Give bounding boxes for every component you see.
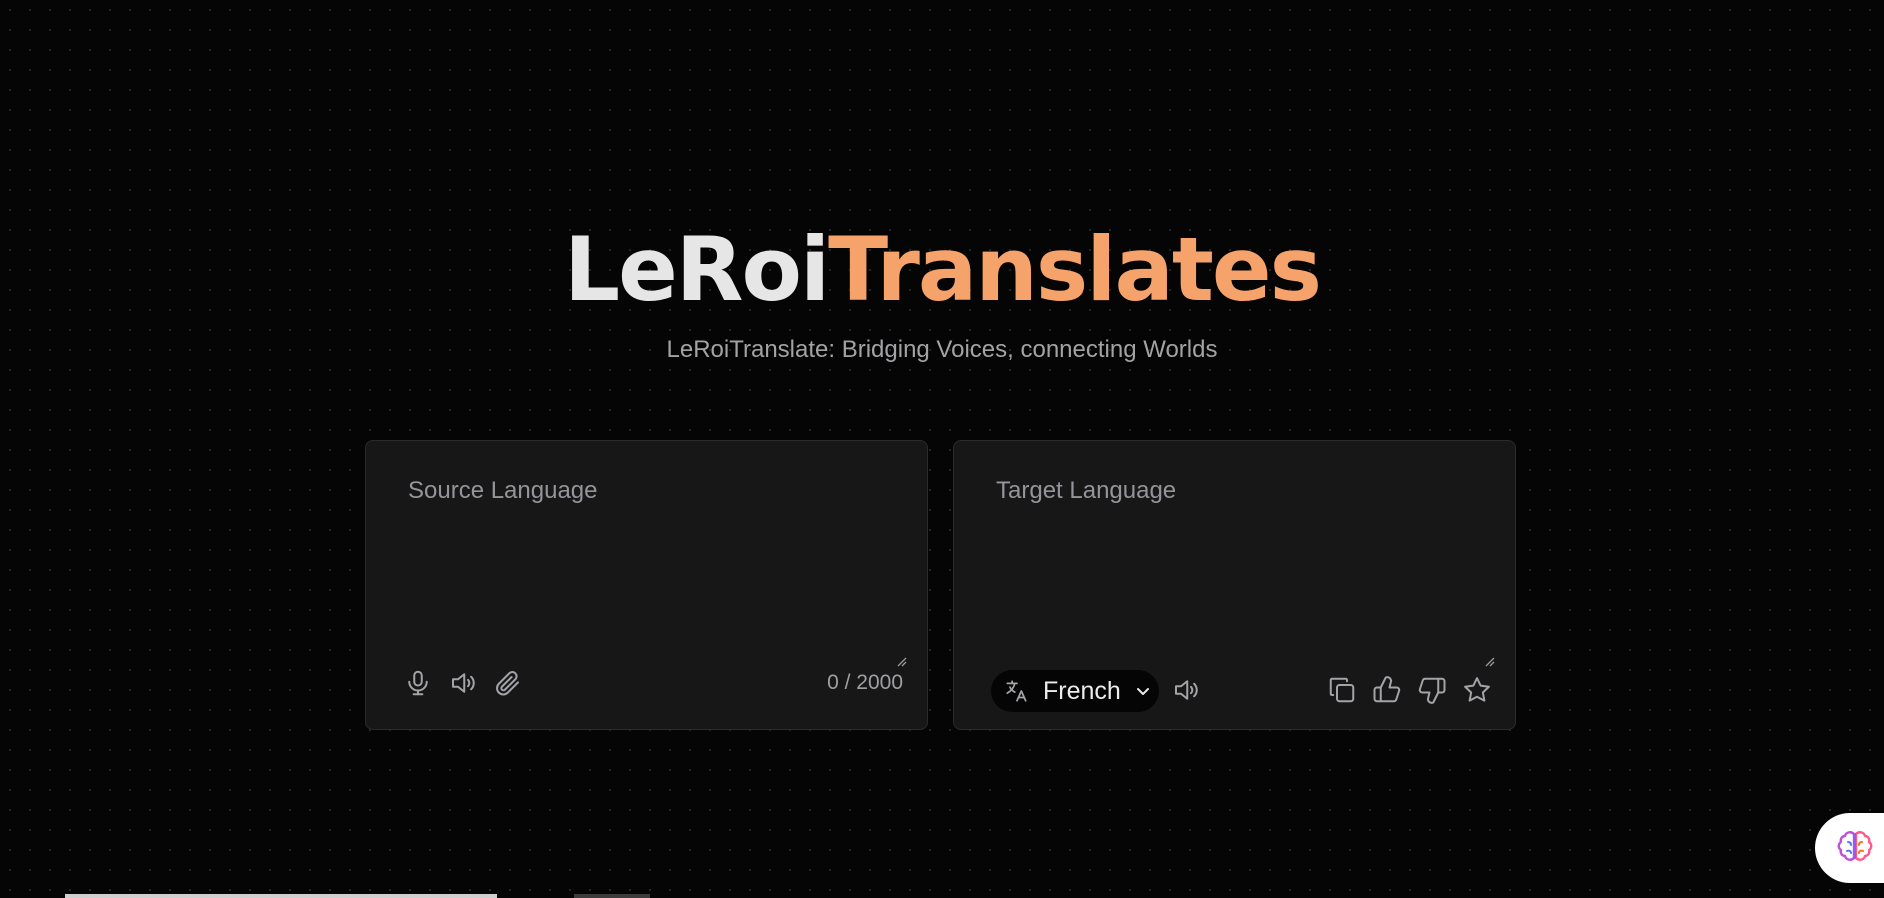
character-counter: 0 / 2000 [827, 671, 903, 694]
microphone-icon [408, 670, 428, 696]
title-part-translates: Translates [828, 218, 1322, 321]
attach-file-button[interactable] [491, 666, 525, 700]
resize-handle-icon[interactable] [897, 657, 907, 667]
chevron-down-icon [1137, 688, 1149, 695]
brain-icon [1837, 831, 1873, 861]
assistant-floating-button[interactable] [1815, 813, 1884, 883]
microphone-button[interactable] [401, 666, 435, 700]
title-part-leroi: LeRoi [564, 218, 830, 321]
target-text-output[interactable] [954, 441, 1515, 661]
paperclip-icon [496, 671, 519, 696]
bottom-scroll-indicator-secondary [574, 894, 650, 898]
star-icon [1464, 677, 1490, 702]
source-panel: 0 / 2000 [365, 440, 928, 730]
copy-button[interactable] [1325, 673, 1359, 707]
source-speak-button[interactable] [446, 666, 480, 700]
target-speak-button[interactable] [1169, 673, 1203, 707]
thumbs-up-button[interactable] [1370, 673, 1404, 707]
copy-icon [1329, 677, 1355, 703]
translate-icon [1006, 680, 1027, 702]
app-title: LeRoiTranslates [0, 218, 1884, 322]
selected-language-label: French [1043, 676, 1121, 705]
speaker-icon [1175, 680, 1198, 700]
thumbs-down-button[interactable] [1415, 673, 1449, 707]
resize-handle-icon[interactable] [1485, 657, 1495, 667]
thumbs-down-icon [1418, 677, 1446, 704]
target-language-select[interactable]: French [991, 670, 1159, 712]
source-text-input[interactable] [366, 441, 927, 661]
bottom-scroll-indicator [65, 894, 497, 898]
hero-header: LeRoiTranslates LeRoiTranslate: Bridging… [0, 218, 1884, 364]
app-subtitle: LeRoiTranslate: Bridging Voices, connect… [666, 336, 1218, 363]
thumbs-up-icon [1373, 676, 1401, 703]
favorite-button[interactable] [1460, 673, 1494, 707]
target-panel: French [953, 440, 1516, 730]
speaker-icon [452, 673, 475, 693]
